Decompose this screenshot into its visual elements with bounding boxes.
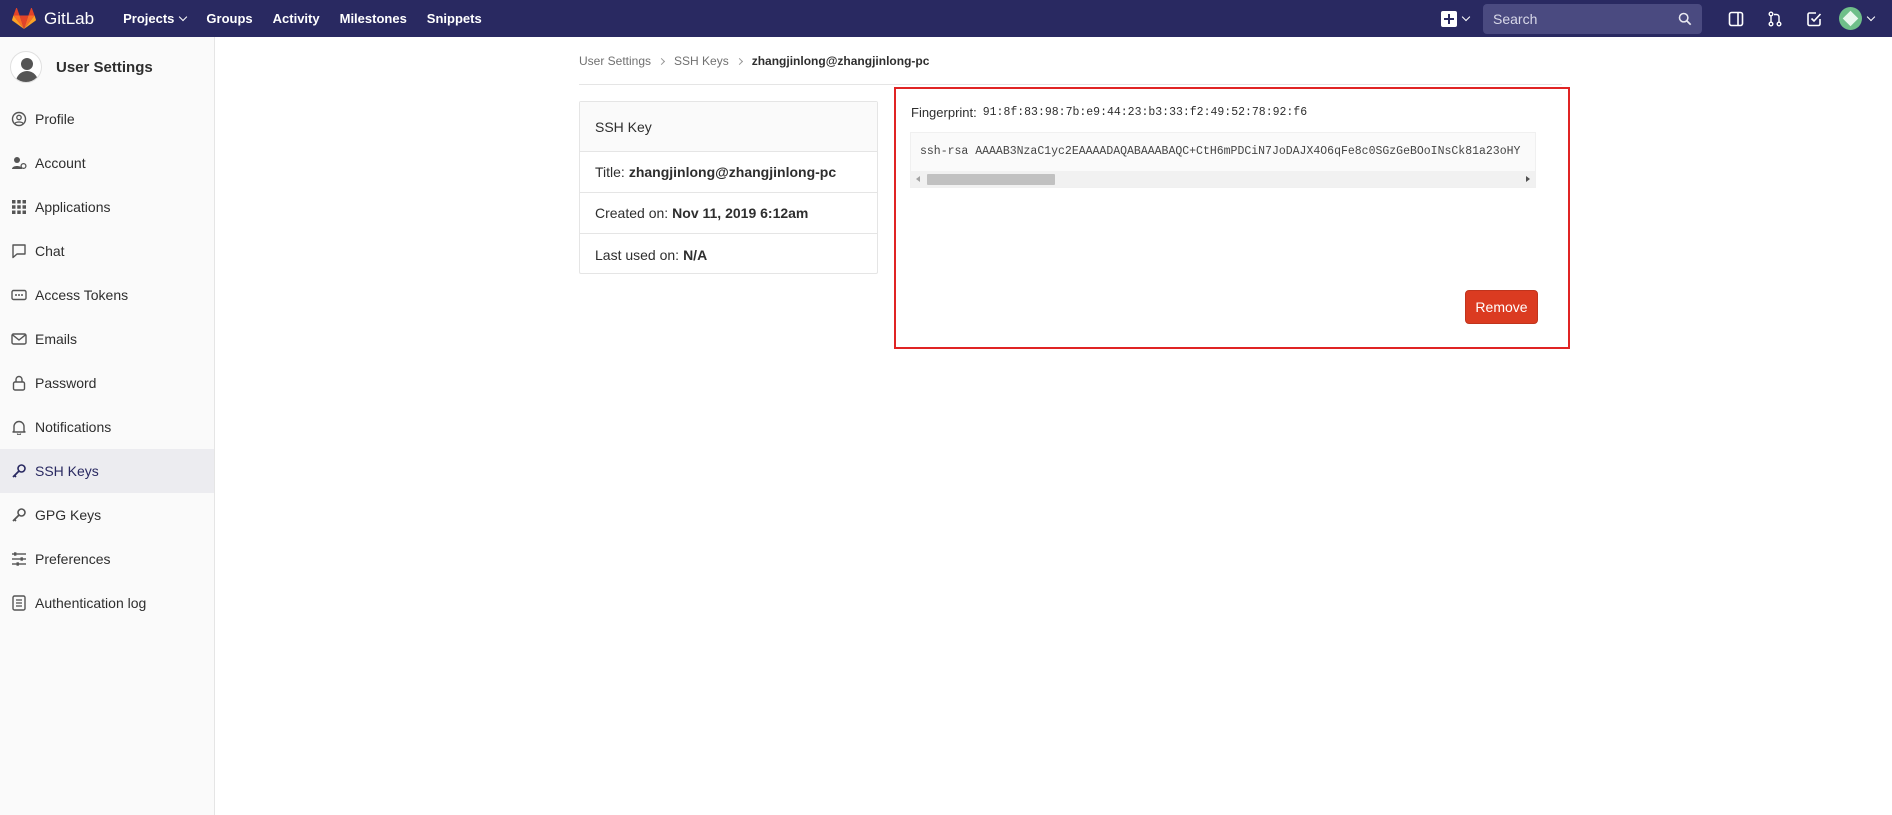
sidebar-toggle-button[interactable] <box>1716 0 1755 37</box>
new-item-dropdown[interactable] <box>1441 10 1471 27</box>
key-title-row: Title: zhangjinlong@zhangjinlong-pc <box>580 152 877 193</box>
sidebar-item-label: SSH Keys <box>35 463 99 479</box>
chevron-right-icon <box>657 57 666 65</box>
key-last-used-value: N/A <box>683 246 708 263</box>
horizontal-scrollbar[interactable] <box>911 171 1535 187</box>
sidebar-item-preferences[interactable]: Preferences <box>0 537 214 581</box>
nav-projects[interactable]: Projects <box>123 11 188 26</box>
user-settings-avatar <box>10 51 42 83</box>
scroll-left-icon[interactable] <box>916 176 920 182</box>
sidebar-item-profile[interactable]: Profile <box>0 97 214 141</box>
sidebar-item-chat[interactable]: Chat <box>0 229 214 273</box>
access-tokens-icon <box>11 287 27 303</box>
key-last-used-label: Last used on: <box>595 246 680 263</box>
nav-right <box>1441 0 1892 37</box>
gitlab-brand[interactable]: GitLab <box>12 0 94 37</box>
ssh-key-card-header: SSH Key <box>580 102 877 152</box>
sidebar-item-applications[interactable]: Applications <box>0 185 214 229</box>
search-input[interactable] <box>1493 10 1678 27</box>
profile-icon <box>11 111 27 127</box>
search-box <box>1483 3 1702 34</box>
chevron-right-icon <box>735 57 743 65</box>
key-title-value: zhangjinlong@zhangjinlong-pc <box>628 164 837 180</box>
key-created-row: Created on: Nov 11, 2019 6:12am <box>580 193 877 234</box>
merge-requests-button[interactable] <box>1755 0 1794 37</box>
sidebar-item-label: GPG Keys <box>35 507 102 523</box>
main-nav: Projects Groups Activity Milestones Snip… <box>123 0 502 37</box>
key-icon <box>11 507 27 523</box>
fingerprint-value: 91:8f:83:98:7b:e9:44:23:b3:33:f2:49:52:7… <box>982 106 1308 119</box>
log-icon <box>11 595 27 611</box>
ssh-key-card: SSH Key Title: zhangjinlong@zhangjinlong… <box>579 101 878 274</box>
todo-check-icon <box>1806 11 1821 26</box>
sidebar-item-label: Chat <box>35 243 65 259</box>
todos-button[interactable] <box>1794 0 1833 37</box>
sidebar-item-emails[interactable]: Emails <box>0 317 214 361</box>
key-created-label: Created on: <box>595 205 669 221</box>
public-key-text: ssh-rsa AAAAB3NzaC1yc2EAAAADAQABAAABAQC+… <box>920 145 1521 158</box>
scrollbar-thumb[interactable] <box>927 174 1055 185</box>
sidebar-item-notifications[interactable]: Notifications <box>0 405 214 449</box>
sidebar-title: User Settings <box>56 58 153 76</box>
chevron-down-icon <box>179 12 188 22</box>
sidebar-item-authentication-log[interactable]: Authentication log <box>0 581 214 625</box>
plus-icon <box>1441 10 1457 27</box>
remove-button[interactable]: Remove <box>1465 290 1538 324</box>
nav-milestones[interactable]: Milestones <box>340 11 407 26</box>
sidebar-item-access-tokens[interactable]: Access Tokens <box>0 273 214 317</box>
sidebar-item-label: Notifications <box>35 419 112 435</box>
breadcrumb: User Settings SSH Keys zhangjinlong@zhan… <box>579 52 929 70</box>
lock-icon <box>11 375 27 391</box>
merge-request-icon <box>1768 11 1781 26</box>
sidebar-item-label: Emails <box>35 331 78 347</box>
sidebar-header[interactable]: User Settings <box>0 37 214 97</box>
user-avatar <box>1839 7 1862 30</box>
chat-icon <box>11 243 27 259</box>
key-icon <box>11 463 27 479</box>
preferences-icon <box>11 551 27 567</box>
settings-sidebar: User Settings Profile Account Applicatio… <box>0 37 215 815</box>
top-navbar: GitLab Projects Groups Activity Mileston… <box>0 0 1892 37</box>
applications-icon <box>11 199 27 215</box>
account-icon <box>11 155 27 171</box>
sidebar-item-label: Applications <box>35 199 111 215</box>
public-key-block[interactable]: ssh-rsa AAAAB3NzaC1yc2EAAAADAQABAAABAQC+… <box>910 132 1536 188</box>
user-menu[interactable] <box>1839 7 1876 30</box>
search-icon[interactable] <box>1678 12 1692 26</box>
sidebar-item-label: Profile <box>35 111 75 127</box>
header-divider <box>579 84 1562 85</box>
brand-name: GitLab <box>44 8 95 28</box>
sidebar-item-label: Password <box>35 375 97 391</box>
nav-groups[interactable]: Groups <box>206 11 252 26</box>
nav-projects-label: Projects <box>123 11 175 26</box>
sidebar-item-account[interactable]: Account <box>0 141 214 185</box>
fingerprint-label: Fingerprint: <box>911 105 977 120</box>
scroll-right-icon[interactable] <box>1526 176 1530 182</box>
sidebar-item-gpg-keys[interactable]: GPG Keys <box>0 493 214 537</box>
fingerprint-line: Fingerprint: 91:8f:83:98:7b:e9:44:23:b3:… <box>911 105 1307 120</box>
key-detail-panel: Fingerprint: 91:8f:83:98:7b:e9:44:23:b3:… <box>894 87 1570 349</box>
chevron-down-icon <box>1461 12 1471 22</box>
breadcrumb-current[interactable]: zhangjinlong@zhangjinlong-pc <box>752 54 930 68</box>
key-last-used-row: Last used on: N/A <box>580 234 877 275</box>
key-title-label: Title: <box>595 164 625 180</box>
sidebar-toggle-icon <box>1728 11 1743 26</box>
key-created-value: Nov 11, 2019 6:12am <box>672 205 809 221</box>
chevron-down-icon <box>1866 12 1876 22</box>
breadcrumb-ssh-keys[interactable]: SSH Keys <box>674 54 729 68</box>
email-icon <box>11 331 27 347</box>
sidebar-item-label: Preferences <box>35 551 111 567</box>
sidebar-item-label: Authentication log <box>35 595 147 611</box>
sidebar-item-label: Account <box>35 155 86 171</box>
sidebar-item-label: Access Tokens <box>35 287 129 303</box>
gitlab-logo-icon <box>12 7 36 29</box>
breadcrumb-user-settings[interactable]: User Settings <box>579 54 651 68</box>
nav-activity[interactable]: Activity <box>273 11 320 26</box>
sidebar-item-ssh-keys[interactable]: SSH Keys <box>0 449 214 493</box>
sidebar-item-password[interactable]: Password <box>0 361 214 405</box>
bell-icon <box>11 419 27 435</box>
nav-snippets[interactable]: Snippets <box>427 11 482 26</box>
